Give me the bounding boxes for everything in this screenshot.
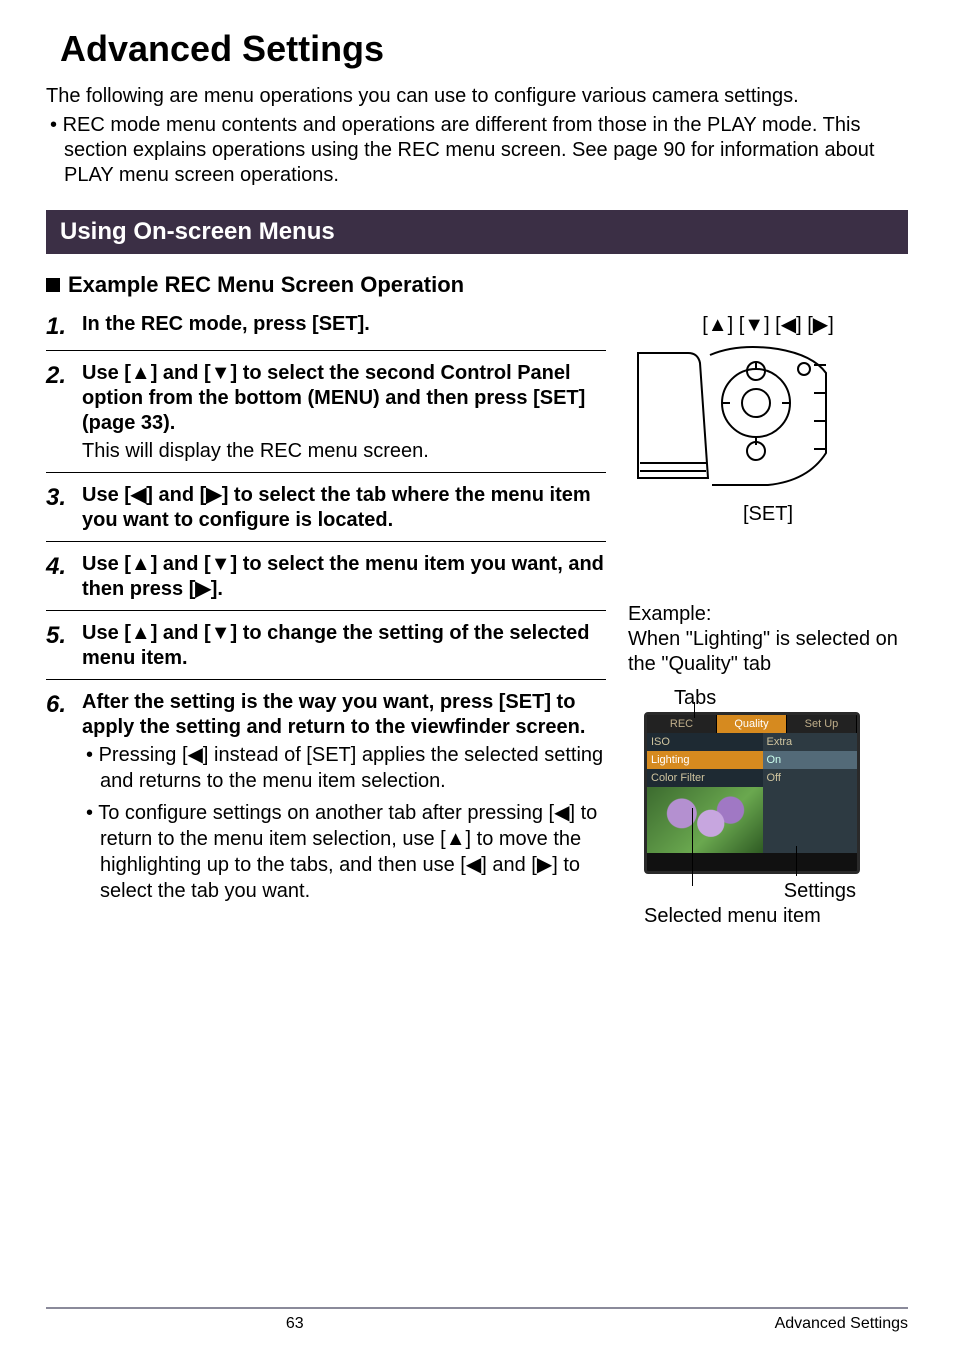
leader-line: [796, 846, 797, 876]
up-triangle-icon: ▲: [131, 362, 151, 384]
page-title: Advanced Settings: [60, 28, 908, 70]
tab-rec: REC: [647, 715, 717, 733]
example-caption: Example: When "Lighting" is selected on …: [628, 602, 908, 677]
step-number: 4.: [46, 552, 74, 582]
leader-line: [692, 808, 693, 886]
set-button-label: [SET]: [628, 503, 908, 526]
right-triangle-icon: ▶: [195, 578, 210, 600]
intro-note: • REC mode menu contents and operations …: [46, 113, 908, 188]
up-triangle-icon: ▲: [446, 828, 466, 850]
divider: [46, 679, 606, 680]
step-number: 3.: [46, 483, 74, 513]
step-text: Use [▲] and [▼] to select the menu item …: [82, 552, 606, 602]
bullet-icon: •: [86, 744, 93, 766]
step-text: After the setting is the way you want, p…: [82, 690, 606, 740]
footer-rule: [46, 1307, 908, 1309]
bullet-icon: •: [50, 114, 57, 136]
bullet-icon: •: [86, 802, 93, 824]
tab-row: REC Quality Set Up: [647, 715, 857, 733]
leader-line: [694, 702, 695, 718]
down-triangle-icon: ▼: [744, 314, 764, 336]
setting-on: On: [763, 751, 858, 769]
direction-keys-label: [▲] [▼] [◀] [▶]: [628, 312, 908, 337]
settings-callout-label: Settings: [644, 880, 856, 903]
menu-items: ISO Lighting Color Filter: [647, 733, 763, 853]
footer-title: Advanced Settings: [775, 1315, 908, 1333]
menu-item-color-filter: Color Filter: [647, 769, 763, 787]
step-6: 6. After the setting is the way you want…: [46, 690, 606, 904]
up-triangle-icon: ▲: [131, 622, 151, 644]
menu-item-lighting: Lighting: [647, 751, 763, 769]
right-triangle-icon: ▶: [813, 314, 828, 336]
right-triangle-icon: ▶: [537, 854, 552, 876]
section-heading: Using On-screen Menus: [46, 210, 908, 254]
step-note: • To configure settings on another tab a…: [82, 800, 606, 904]
setting-off: Off: [763, 769, 858, 787]
step-number: 2.: [46, 361, 74, 391]
sub-heading-text: Example REC Menu Screen Operation: [68, 272, 464, 297]
step-text: Use [▲] and [▼] to change the setting of…: [82, 621, 606, 671]
intro-note-text: REC mode menu contents and operations ar…: [63, 114, 875, 186]
page: Advanced Settings The following are menu…: [0, 0, 954, 1357]
menu-item-iso: ISO: [647, 733, 763, 751]
setting-extra: Extra: [763, 733, 858, 751]
menu-settings: Extra On Off: [763, 733, 858, 853]
step-3: 3. Use [◀] and [▶] to select the tab whe…: [46, 483, 606, 533]
page-footer: . 63 Advanced Settings: [46, 1297, 908, 1333]
down-triangle-icon: ▼: [211, 553, 231, 575]
left-triangle-icon: ◀: [466, 854, 481, 876]
step-number: 5.: [46, 621, 74, 651]
step-number: 6.: [46, 690, 74, 720]
tab-quality: Quality: [717, 715, 787, 733]
step-2: 2. Use [▲] and [▼] to select the second …: [46, 361, 606, 464]
menu-screen: REC Quality Set Up ISO Lighting Color Fi…: [644, 712, 860, 874]
step-note: • Pressing [◀] instead of [SET] applies …: [82, 742, 606, 794]
divider: [46, 350, 606, 351]
sub-heading: Example REC Menu Screen Operation: [46, 272, 908, 298]
step-number: 1.: [46, 312, 74, 342]
tab-setup: Set Up: [787, 715, 857, 733]
figures-column: [▲] [▼] [◀] [▶]: [628, 312, 908, 928]
camera-diagram-icon: [628, 343, 836, 493]
step-4: 4. Use [▲] and [▼] to select the menu it…: [46, 552, 606, 602]
left-triangle-icon: ◀: [131, 484, 146, 506]
down-triangle-icon: ▼: [211, 362, 231, 384]
menu-screen-figure: REC Quality Set Up ISO Lighting Color Fi…: [644, 712, 860, 928]
left-triangle-icon: ◀: [188, 744, 203, 766]
down-triangle-icon: ▼: [211, 622, 231, 644]
steps-column: 1. In the REC mode, press [SET]. 2. Use …: [46, 312, 606, 928]
step-body: This will display the REC menu screen.: [82, 438, 606, 464]
intro-text: The following are menu operations you ca…: [46, 84, 908, 109]
divider: [46, 472, 606, 473]
preview-image: [647, 787, 763, 853]
up-triangle-icon: ▲: [131, 553, 151, 575]
tabs-callout-label: Tabs: [674, 687, 908, 710]
selected-item-callout-label: Selected menu item: [644, 905, 860, 928]
left-triangle-icon: ◀: [781, 314, 796, 336]
step-1: 1. In the REC mode, press [SET].: [46, 312, 606, 342]
divider: [46, 541, 606, 542]
up-triangle-icon: ▲: [708, 314, 728, 336]
square-bullet-icon: [46, 278, 60, 292]
page-number: 63: [286, 1315, 304, 1333]
step-text: Use [▲] and [▼] to select the second Con…: [82, 361, 606, 436]
left-triangle-icon: ◀: [554, 802, 569, 824]
step-text: Use [◀] and [▶] to select the tab where …: [82, 483, 606, 533]
step-text: In the REC mode, press [SET].: [82, 312, 370, 337]
right-triangle-icon: ▶: [206, 484, 221, 506]
divider: [46, 610, 606, 611]
step-5: 5. Use [▲] and [▼] to change the setting…: [46, 621, 606, 671]
